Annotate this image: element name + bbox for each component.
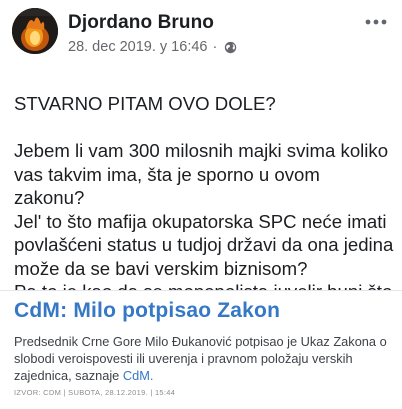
- globe-icon[interactable]: [224, 41, 237, 54]
- author-avatar[interactable]: [12, 8, 58, 54]
- link-divider: [0, 290, 402, 291]
- link-source[interactable]: CdM.: [123, 368, 154, 383]
- more-options-button[interactable]: [364, 10, 388, 34]
- post-header: Djordano Bruno 28. dec 2019. у 16:46 ·: [12, 6, 392, 58]
- more-options-icon: [365, 19, 387, 25]
- author-name[interactable]: Djordano Bruno: [68, 12, 214, 34]
- link-title[interactable]: CdM: Milo potpisao Zakon: [14, 299, 280, 323]
- profile-avatar-icon: [12, 8, 58, 54]
- post-text-line: STVARNO PITAM OVO DOLE?: [14, 93, 276, 114]
- link-footer: IZVOR: CDM | SUBOTA, 28.12.2019. | 15:44: [14, 388, 176, 397]
- post-text-line: Jel' to što mafija okupatorska SPC neće …: [14, 210, 394, 279]
- link-description: Predsednik Crne Gore Milo Đukanović potp…: [14, 333, 394, 384]
- facebook-post: Djordano Bruno 28. dec 2019. у 16:46 · S…: [0, 0, 402, 409]
- post-timestamp[interactable]: 28. dec 2019. у 16:46: [68, 39, 207, 55]
- post-meta: 28. dec 2019. у 16:46 ·: [68, 39, 237, 55]
- post-text-line: Jebem li vam 300 milosnih majki svima ko…: [14, 140, 389, 208]
- link-description-text: Predsednik Crne Gore Milo Đukanović potp…: [14, 334, 387, 383]
- link-preview[interactable]: CdM: Milo potpisao Zakon Predsednik Crne…: [0, 290, 402, 409]
- meta-separator: ·: [212, 39, 218, 55]
